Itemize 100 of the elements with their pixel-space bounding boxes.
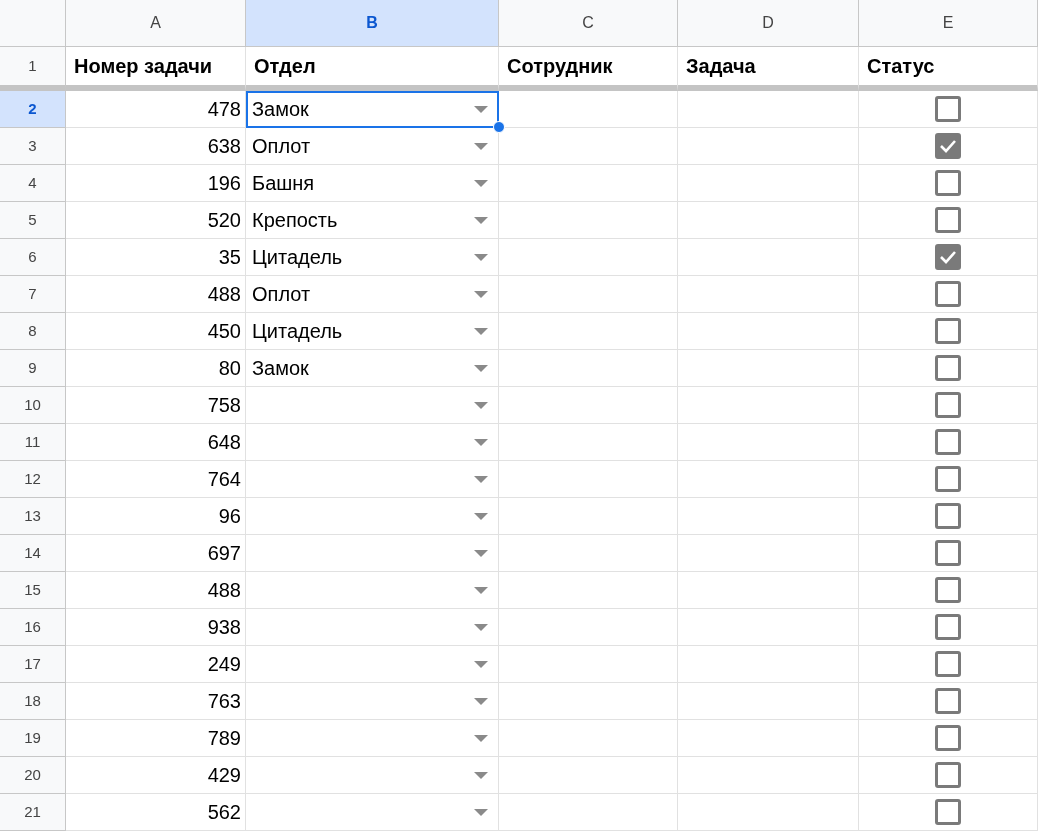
table-cell-text: Оплот [252,134,311,159]
row-header[interactable]: 18 [0,683,66,720]
checkbox[interactable] [935,725,961,751]
table-cell-text: 80 [218,356,241,381]
table-cell-text: Оплот [252,282,311,307]
dropdown-arrow-icon[interactable] [474,142,488,150]
checkbox[interactable] [935,170,961,196]
table-cell-text: 638 [207,134,241,159]
check-icon [939,250,957,264]
row-header[interactable]: 1 [0,47,66,91]
row-header[interactable]: 4 [0,165,66,202]
row-header[interactable]: 17 [0,646,66,683]
checkbox[interactable] [935,392,961,418]
checkbox[interactable] [935,503,961,529]
table-cell-text: 648 [207,430,241,455]
column-title: Сотрудник [506,54,613,79]
dropdown-arrow-icon[interactable] [474,216,488,224]
dropdown-arrow-icon[interactable] [474,512,488,520]
dropdown-arrow-icon[interactable] [474,734,488,742]
column-title: Номер задачи [73,54,213,79]
row-header[interactable]: 13 [0,498,66,535]
column-header[interactable]: B [246,0,499,47]
checkbox[interactable] [935,96,961,122]
dropdown-arrow-icon[interactable] [474,438,488,446]
dropdown-arrow-icon[interactable] [474,623,488,631]
dropdown-arrow-icon[interactable] [474,401,488,409]
column-header[interactable]: A [66,0,246,47]
dropdown-arrow-icon[interactable] [474,771,488,779]
dropdown-arrow-icon[interactable] [474,808,488,816]
checkbox[interactable] [935,281,961,307]
dropdown-arrow-icon[interactable] [474,697,488,705]
row-header[interactable]: 3 [0,128,66,165]
row-header[interactable]: 10 [0,387,66,424]
column-header[interactable]: D [678,0,859,47]
table-cell-text: 758 [207,393,241,418]
row-header[interactable]: 11 [0,424,66,461]
checkbox[interactable] [935,429,961,455]
dropdown-arrow-icon[interactable] [474,586,488,594]
table-cell-text: 478 [207,97,241,122]
row-header[interactable]: 6 [0,239,66,276]
column-header[interactable]: C [499,0,678,47]
column-title: Отдел [253,54,316,79]
row-header[interactable]: 5 [0,202,66,239]
table-cell-text: 249 [207,652,241,677]
row-header[interactable]: 14 [0,535,66,572]
table-cell-text: 35 [218,245,241,270]
table-cell-text: 697 [207,541,241,566]
row-header[interactable]: 12 [0,461,66,498]
checkbox[interactable] [935,540,961,566]
dropdown-arrow-icon[interactable] [474,549,488,557]
dropdown-arrow-icon[interactable] [474,105,488,113]
checkbox[interactable] [935,614,961,640]
checkbox[interactable] [935,355,961,381]
table-cell-text: Цитадель [252,319,343,344]
table-cell-text: 789 [207,726,241,751]
checkbox[interactable] [935,318,961,344]
table-cell-text: 938 [207,615,241,640]
table-cell-text: Замок [252,356,309,381]
checkbox[interactable] [935,577,961,603]
dropdown-arrow-icon[interactable] [474,364,488,372]
row-header[interactable]: 15 [0,572,66,609]
table-cell-text: 96 [218,504,241,529]
column-title: Задача [685,54,756,79]
corner-cell[interactable] [0,0,66,47]
dropdown-arrow-icon[interactable] [474,327,488,335]
dropdown-arrow-icon[interactable] [474,253,488,261]
checkbox[interactable] [935,466,961,492]
table-cell-text: Башня [252,171,315,196]
dropdown-arrow-icon[interactable] [474,475,488,483]
column-header[interactable]: E [859,0,1038,47]
table-cell-text: 429 [207,763,241,788]
dropdown-arrow-icon[interactable] [474,290,488,298]
checkbox[interactable] [935,688,961,714]
checkbox[interactable] [935,762,961,788]
checkbox[interactable] [935,799,961,825]
row-header[interactable]: 7 [0,276,66,313]
table-cell-text: Цитадель [252,245,343,270]
checkbox[interactable] [935,244,961,270]
selection-handle[interactable] [493,121,505,133]
table-cell-text: 520 [207,208,241,233]
table-cell-text: 488 [207,578,241,603]
dropdown-arrow-icon[interactable] [474,179,488,187]
checkbox[interactable] [935,133,961,159]
dropdown-arrow-icon[interactable] [474,660,488,668]
row-header[interactable]: 20 [0,757,66,794]
row-header[interactable]: 16 [0,609,66,646]
row-header[interactable]: 9 [0,350,66,387]
check-icon [939,139,957,153]
table-cell-text: 450 [207,319,241,344]
table-cell-text: 196 [207,171,241,196]
row-header[interactable]: 8 [0,313,66,350]
table-cell-text: 764 [207,467,241,492]
row-header[interactable]: 2 [0,91,66,128]
table-cell-text: 763 [207,689,241,714]
checkbox[interactable] [935,207,961,233]
checkbox[interactable] [935,651,961,677]
row-header[interactable]: 21 [0,794,66,831]
table-cell-text: 488 [207,282,241,307]
row-header[interactable]: 19 [0,720,66,757]
table-cell-text: Крепость [252,208,338,233]
